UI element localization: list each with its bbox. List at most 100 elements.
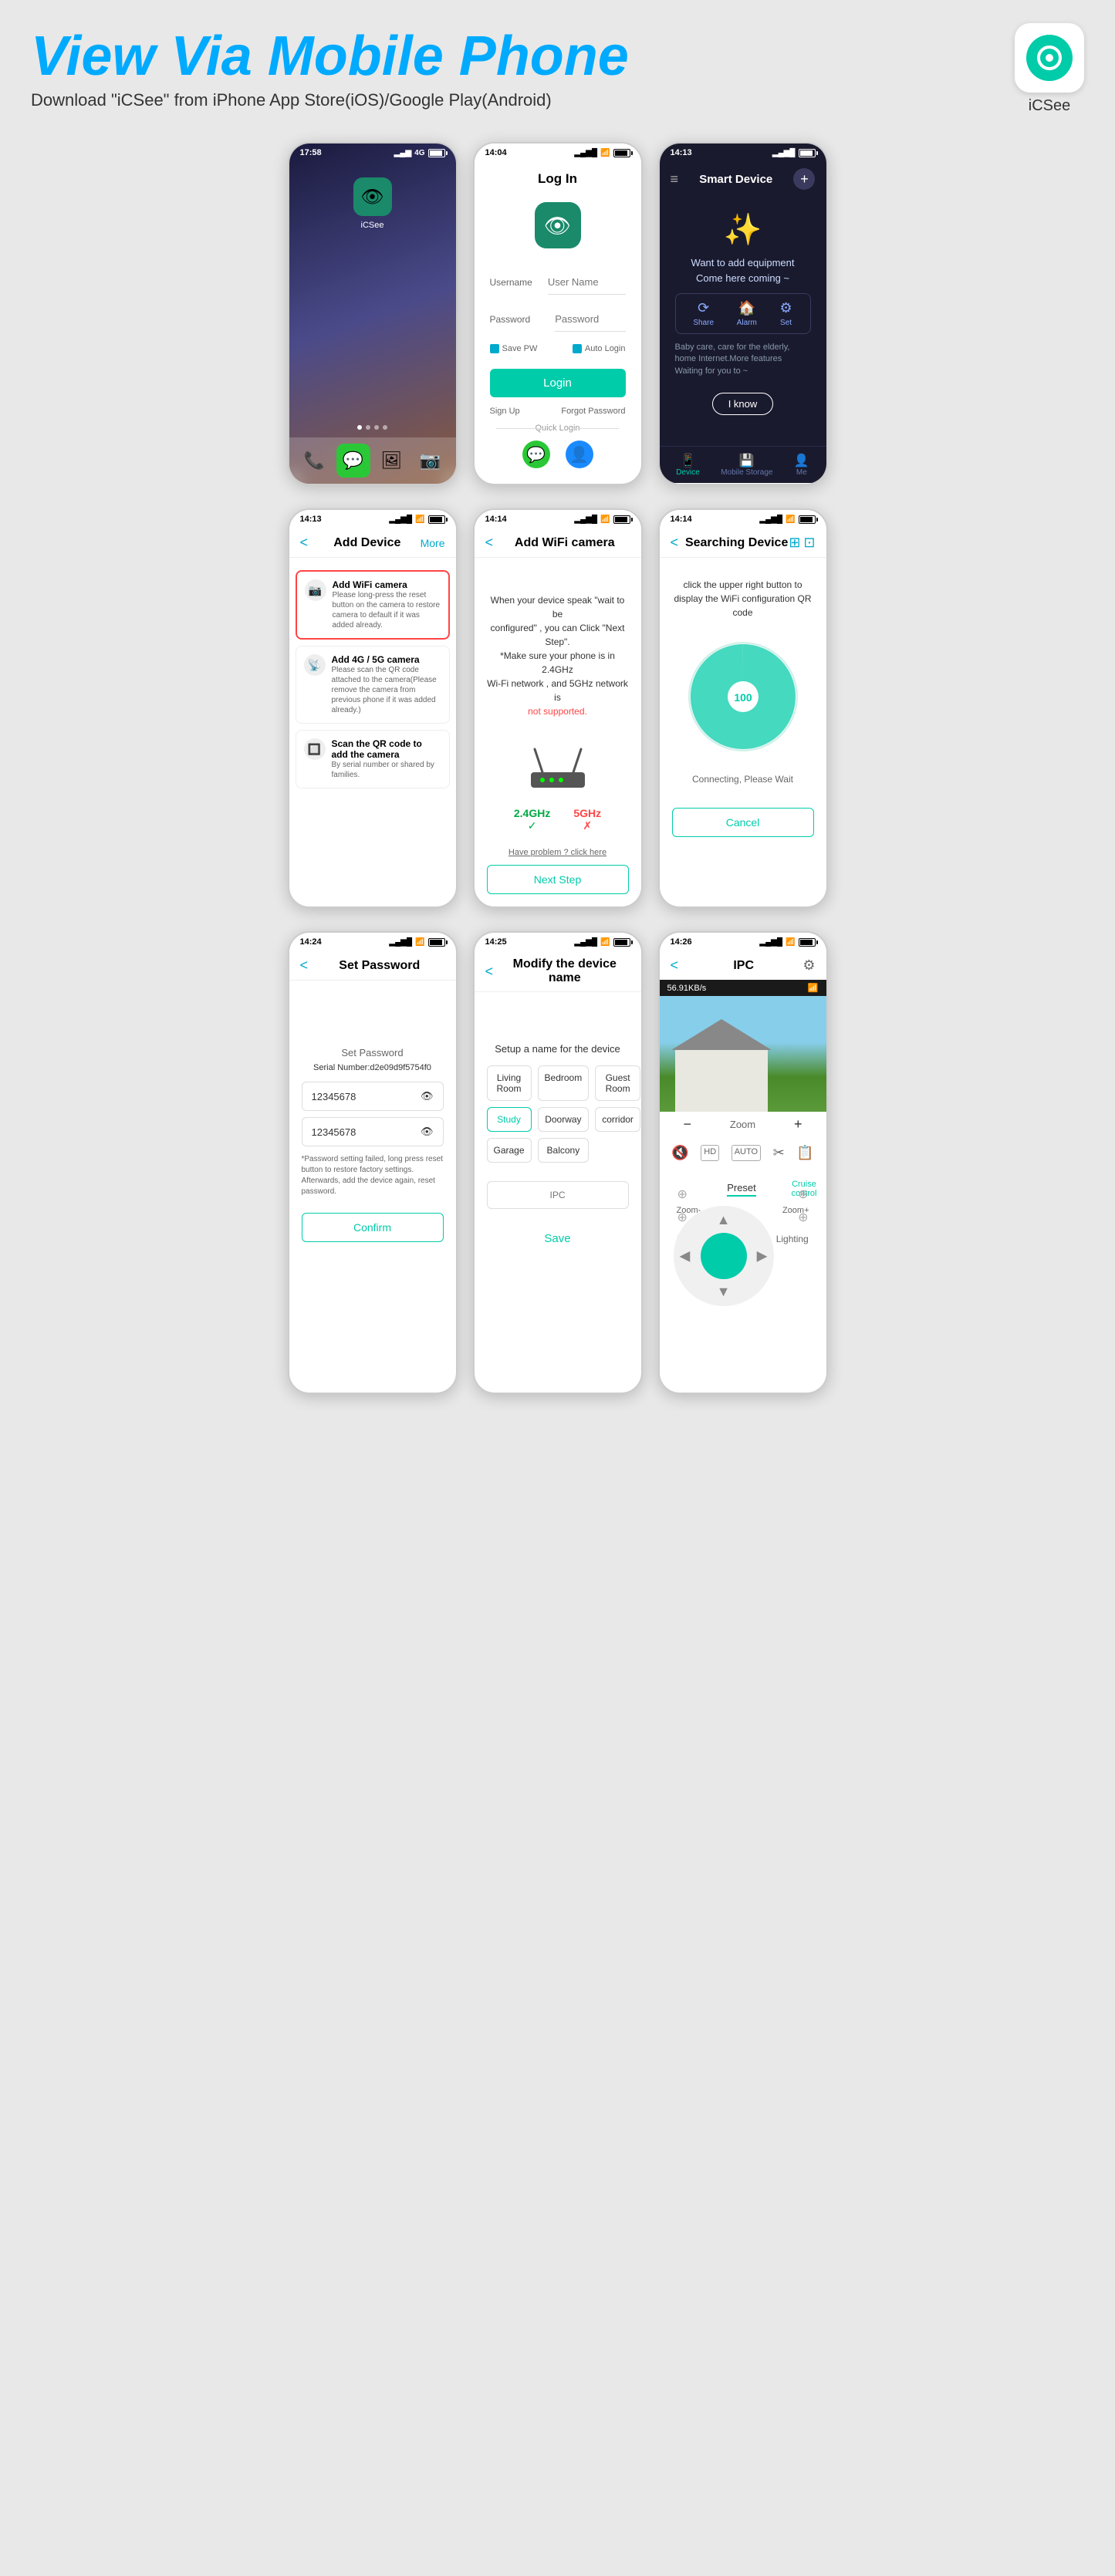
cancel-button[interactable]: Cancel xyxy=(672,808,814,837)
freq-5: 5GHz ✗ xyxy=(573,807,601,832)
battery-3 xyxy=(799,149,816,157)
header-right: iCSee xyxy=(1015,23,1084,115)
pw2-eye-icon[interactable]: 👁 xyxy=(421,1126,434,1138)
ipc-title: IPC xyxy=(733,959,754,973)
nav-icon-qr2[interactable]: ⊡ xyxy=(803,535,815,551)
password-field-2[interactable]: 12345678 👁 xyxy=(302,1117,444,1146)
room-living-room[interactable]: LivingRoom xyxy=(487,1065,532,1101)
status-bar-9: 14:26 ▂▄▆█ 📶 xyxy=(660,933,826,951)
i-know-button[interactable]: I know xyxy=(712,393,774,415)
zoom-minus-button[interactable]: − xyxy=(683,1116,691,1133)
room-guest-room[interactable]: GuestRoom xyxy=(595,1065,640,1101)
ptz-right-arrow[interactable]: ▶ xyxy=(757,1248,768,1264)
status-bar-4: 14:13 ▂▄▆█ 📶 xyxy=(289,510,456,528)
back-button-9[interactable]: < xyxy=(671,957,679,974)
add-wifi-camera-option[interactable]: 📷 Add WiFi camera Please long-press the … xyxy=(296,570,450,640)
qq-icon[interactable]: 👤 xyxy=(566,441,593,468)
status-time-5: 14:14 xyxy=(485,515,507,524)
scan-qr-option[interactable]: 🔲 Scan the QR code to add the camera By … xyxy=(296,730,450,788)
setup-name-label: Setup a name for the device xyxy=(487,1043,629,1055)
sd-set[interactable]: ⚙ Set xyxy=(779,300,792,327)
signal-3: ▂▄▆█ xyxy=(772,149,796,157)
ptz-center-button[interactable] xyxy=(701,1233,747,1279)
battery-7 xyxy=(428,938,445,947)
tab-device[interactable]: 📱 Device xyxy=(676,453,700,477)
tab-mobile-storage[interactable]: 💾 Mobile Storage xyxy=(721,453,772,477)
ptz-corner-bl[interactable]: ⊕ xyxy=(677,1187,688,1202)
sd-share[interactable]: ⟳ Share xyxy=(693,300,714,327)
back-button-7[interactable]: < xyxy=(300,957,309,974)
tab-me[interactable]: 👤 Me xyxy=(794,453,809,477)
password-field-1[interactable]: 12345678 👁 xyxy=(302,1082,444,1111)
login-title: Log In xyxy=(475,162,641,187)
room-bedroom[interactable]: Bedroom xyxy=(538,1065,590,1101)
room-balcony[interactable]: Balcony xyxy=(538,1138,590,1163)
preset-label[interactable]: Preset xyxy=(727,1182,756,1197)
ptz-preset-row: Preset Cruisecontrol xyxy=(669,1180,817,1198)
ptz-corner-tr[interactable]: ⊕ xyxy=(798,1210,808,1225)
sd-menu-icon[interactable]: ≡ xyxy=(671,171,679,187)
network-1: 4G xyxy=(414,149,424,157)
dock-messages[interactable]: 💬 xyxy=(336,444,370,478)
password-input[interactable] xyxy=(555,307,625,332)
back-button-8[interactable]: < xyxy=(485,964,494,980)
back-button-4[interactable]: < xyxy=(300,535,309,551)
room-garage[interactable]: Garage xyxy=(487,1138,532,1163)
auto-login-option[interactable]: Auto Login xyxy=(573,344,626,353)
pw1-eye-icon[interactable]: 👁 xyxy=(421,1090,434,1102)
problem-link[interactable]: Have problem ? click here xyxy=(487,848,629,857)
save-pw-option[interactable]: Save PW xyxy=(490,344,538,353)
status-bar-6: 14:14 ▂▄▆█ 📶 xyxy=(660,510,826,528)
ptz-left-arrow[interactable]: ◀ xyxy=(680,1248,691,1264)
sd-alarm[interactable]: 🏠 Alarm xyxy=(737,300,757,327)
auto-icon[interactable]: AUTO xyxy=(732,1145,761,1161)
login-button[interactable]: Login xyxy=(490,369,626,397)
auto-login-checkbox[interactable] xyxy=(573,344,582,353)
zoom-plus-button[interactable]: + xyxy=(794,1116,802,1133)
signal-9: ▂▄▆█ xyxy=(759,938,782,947)
back-button-6[interactable]: < xyxy=(671,535,679,551)
mute-icon[interactable]: 🔇 xyxy=(671,1145,688,1161)
add-4g5g-camera-option[interactable]: 📡 Add 4G / 5G camera Please scan the QR … xyxy=(296,646,450,724)
status-time-4: 14:13 xyxy=(300,515,322,524)
room-corridor[interactable]: corridor xyxy=(595,1107,640,1132)
gear-icon[interactable]: ⚙ xyxy=(802,957,815,974)
ptz-up-arrow[interactable]: ▲ xyxy=(717,1212,731,1228)
ptz-down-arrow[interactable]: ▼ xyxy=(717,1284,731,1300)
room-study[interactable]: Study xyxy=(487,1107,532,1132)
save-button[interactable]: Save xyxy=(487,1232,629,1245)
sd-plus-button[interactable]: + xyxy=(793,168,815,190)
wifi-cam-text: Add WiFi camera Please long-press the re… xyxy=(333,579,441,630)
status-time-1: 17:58 xyxy=(300,148,322,157)
dock-phone[interactable]: 📞 xyxy=(298,444,332,478)
dock-camera[interactable]: 📷 xyxy=(414,444,448,478)
sign-up-link[interactable]: Sign Up xyxy=(490,407,520,416)
icsee-app-icon[interactable] xyxy=(353,177,392,216)
back-button-5[interactable]: < xyxy=(485,535,494,551)
sd-title: Smart Device xyxy=(699,173,772,186)
next-step-button[interactable]: Next Step xyxy=(487,865,629,894)
battery-9 xyxy=(799,938,816,947)
4g-cam-icon: 📡 xyxy=(304,654,326,676)
confirm-button[interactable]: Confirm xyxy=(302,1213,444,1242)
row3-phones: 14:24 ▂▄▆█ 📶 < Set Password Set Password… xyxy=(0,920,1115,1406)
hd-icon[interactable]: HD xyxy=(701,1145,719,1161)
ptz-corner-tl[interactable]: ⊕ xyxy=(677,1210,688,1225)
clipboard-icon[interactable]: 📋 xyxy=(796,1145,813,1161)
toolbar-row: 🔇 HD AUTO ✂ 📋 xyxy=(660,1139,826,1167)
room-doorway[interactable]: Doorway xyxy=(538,1107,590,1132)
device-name-input[interactable] xyxy=(487,1181,629,1209)
nav-icon-qr[interactable]: ⊞ xyxy=(789,535,800,551)
sd-icons-row: ⟳ Share 🏠 Alarm ⚙ Set xyxy=(675,293,811,334)
lighting-tab[interactable]: Lighting xyxy=(776,1234,809,1246)
username-input[interactable] xyxy=(548,270,626,295)
dock-photos[interactable]: 🖼 xyxy=(375,444,409,478)
scissors-icon[interactable]: ✂ xyxy=(773,1145,785,1161)
save-pw-checkbox[interactable] xyxy=(490,344,499,353)
header-left: View Via Mobile Phone Download "iCSee" f… xyxy=(31,29,629,110)
ptz-corner-br[interactable]: ⊕ xyxy=(798,1187,808,1202)
forgot-password-link[interactable]: Forgot Password xyxy=(561,407,625,416)
more-button-4[interactable]: More xyxy=(421,537,445,549)
wechat-icon[interactable]: 💬 xyxy=(522,441,550,468)
phone-modify-name: 14:25 ▂▄▆█ 📶 < Modify the device name Se… xyxy=(473,931,643,1394)
